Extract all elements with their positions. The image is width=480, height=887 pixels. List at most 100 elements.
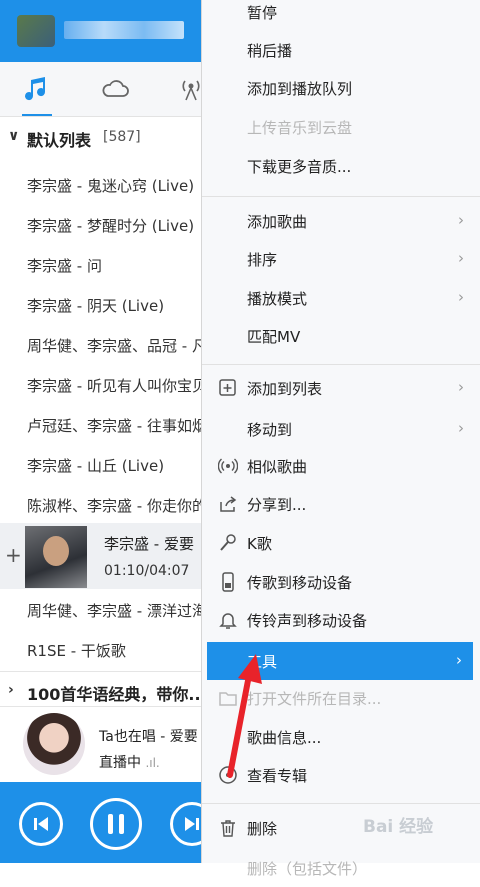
song-title: 李宗盛 - 鬼迷心窍 (Live)	[27, 177, 195, 195]
menu-item-match-mv[interactable]: 匹配MV	[202, 317, 480, 355]
song-title: 李宗盛 - 梦醒时分 (Live)	[27, 217, 195, 235]
menu-item-add-to-list[interactable]: 添加到列表 ›	[202, 369, 480, 407]
menu-item-similar-songs[interactable]: 相似歌曲	[202, 447, 480, 485]
baidu-watermark: Bai 经验	[363, 812, 478, 854]
menu-item-label: K歌	[247, 535, 272, 553]
music-note-icon[interactable]	[22, 74, 52, 104]
live-status-text: 直播中	[99, 755, 141, 771]
menu-item-label: 相似歌曲	[247, 458, 308, 476]
song-row[interactable]: 周华健、李宗盛 - 漂洋过海来看你	[0, 590, 210, 630]
menu-item-label: 匹配MV	[247, 328, 301, 346]
pause-icon	[108, 814, 124, 834]
menu-item-label: 添加到播放队列	[247, 80, 353, 98]
menu-item-upload-cloud: 上传音乐到云盘	[202, 108, 480, 146]
menu-item-play-later[interactable]: 稍后播	[202, 31, 480, 69]
menu-item-karaoke[interactable]: K歌	[202, 524, 480, 562]
chevron-right-icon: ›	[458, 419, 464, 437]
previous-button[interactable]	[19, 802, 63, 846]
now-playing-time: 01:10/04:07	[104, 563, 190, 579]
cloud-icon[interactable]	[100, 74, 130, 104]
live-title: Ta也在唱 - 爱要	[99, 729, 198, 745]
song-title: 李宗盛 - 问	[27, 257, 102, 275]
share-icon	[218, 494, 238, 514]
group-title: 默认列表	[27, 131, 92, 150]
now-playing-row[interactable]: + 李宗盛 - 爱要 01:10/04:07	[0, 523, 210, 589]
menu-item-label: 添加到列表	[247, 380, 323, 398]
menu-separator	[202, 803, 480, 804]
menu-item-pause[interactable]: 暂停	[202, 0, 480, 31]
menu-item-share[interactable]: 分享到...	[202, 485, 480, 523]
live-avatar	[23, 713, 85, 775]
album-cover	[25, 526, 87, 588]
username-blurred	[64, 21, 184, 39]
song-row[interactable]: 李宗盛 - 梦醒时分 (Live)	[0, 205, 210, 245]
playlist-group-default[interactable]: ∨ 默认列表 [587]	[0, 118, 210, 158]
menu-item-transfer-device[interactable]: 传歌到移动设备	[202, 563, 480, 601]
group-count: [587]	[103, 129, 141, 145]
song-row[interactable]: 周华健、李宗盛、品冠 - 凡人歌	[0, 325, 210, 365]
menu-item-label: 移动到	[247, 421, 293, 439]
watermark-text: Bai 经验	[363, 817, 434, 837]
chevron-right-icon: ›	[456, 651, 462, 669]
menu-item-label: 下载更多音质...	[247, 158, 352, 176]
menu-item-label: 传歌到移动设备	[247, 574, 353, 592]
song-title: R1SE - 干饭歌	[27, 642, 126, 660]
chevron-right-icon: ›	[458, 249, 464, 267]
menu-item-add-song[interactable]: 添加歌曲 ›	[202, 202, 480, 240]
chevron-right-icon: ›	[8, 682, 14, 698]
trash-icon	[218, 818, 238, 838]
menu-item-label: 上传音乐到云盘	[247, 119, 353, 137]
song-title: 周华健、李宗盛、品冠 - 凡人歌	[27, 337, 210, 355]
chevron-right-icon: ›	[458, 288, 464, 306]
chevron-right-icon: ›	[458, 211, 464, 229]
menu-item-label: 暂停	[247, 4, 278, 22]
live-row[interactable]: Ta也在唱 - 爱要 直播中 .ıl.	[0, 706, 210, 783]
add-icon[interactable]: +	[5, 543, 22, 567]
pause-button[interactable]	[90, 798, 142, 850]
top-bar	[0, 0, 210, 62]
song-row[interactable]: 李宗盛 - 问	[0, 245, 210, 285]
live-status: 直播中 .ıl.	[99, 752, 160, 772]
song-row[interactable]: 李宗盛 - 山丘 (Live)	[0, 445, 210, 485]
bell-icon	[218, 610, 238, 630]
menu-item-transfer-ringtone[interactable]: 传铃声到移动设备	[202, 601, 480, 639]
chevron-down-icon: ∨	[8, 128, 20, 144]
menu-item-label: 删除	[247, 820, 278, 838]
menu-item-delete-with-file[interactable]: 删除（包括文件）	[202, 849, 480, 887]
now-playing-title: 李宗盛 - 爱要	[104, 535, 194, 553]
add-box-icon	[218, 378, 238, 398]
song-title: 李宗盛 - 山丘 (Live)	[27, 457, 165, 475]
menu-item-move-to[interactable]: 移动到 ›	[202, 410, 480, 448]
menu-item-label: 播放模式	[247, 290, 308, 308]
player-controls	[0, 782, 214, 863]
menu-separator	[202, 196, 480, 197]
song-title: 周华健、李宗盛 - 漂洋过海来看你	[27, 602, 210, 620]
menu-separator	[202, 364, 480, 365]
mobile-device-icon	[218, 572, 238, 592]
song-title: 李宗盛 - 听见有人叫你宝贝	[27, 377, 207, 395]
song-row[interactable]: 陈淑桦、李宗盛 - 你走你的路	[0, 485, 210, 525]
menu-item-label: 删除（包括文件）	[247, 860, 368, 878]
menu-item-download-quality[interactable]: 下载更多音质...	[202, 147, 480, 185]
microphone-icon	[218, 533, 238, 553]
menu-item-sort[interactable]: 排序 ›	[202, 240, 480, 278]
annotation-arrow	[227, 654, 262, 778]
equalizer-icon: .ıl.	[145, 756, 160, 770]
menu-item-add-to-queue[interactable]: 添加到播放队列	[202, 69, 480, 107]
chevron-right-icon: ›	[458, 378, 464, 396]
song-title: 李宗盛 - 阴天 (Live)	[27, 297, 165, 315]
menu-item-label: 排序	[247, 251, 278, 269]
menu-item-label: 分享到...	[247, 496, 307, 514]
song-title: 卢冠廷、李宗盛 - 往事如烟	[27, 417, 207, 435]
song-row[interactable]: 李宗盛 - 鬼迷心窍 (Live)	[0, 165, 210, 205]
menu-item-play-mode[interactable]: 播放模式 ›	[202, 279, 480, 317]
tab-bar	[0, 62, 210, 117]
group-title: 100首华语经典，带你...	[27, 685, 207, 704]
song-row[interactable]: 李宗盛 - 听见有人叫你宝贝	[0, 365, 210, 405]
song-row[interactable]: 李宗盛 - 阴天 (Live)	[0, 285, 210, 325]
avatar[interactable]	[17, 15, 55, 47]
song-row[interactable]: 卢冠廷、李宗盛 - 往事如烟	[0, 405, 210, 445]
active-tab-indicator	[22, 114, 52, 116]
song-row[interactable]: R1SE - 干饭歌	[0, 630, 210, 670]
previous-icon	[34, 817, 48, 831]
